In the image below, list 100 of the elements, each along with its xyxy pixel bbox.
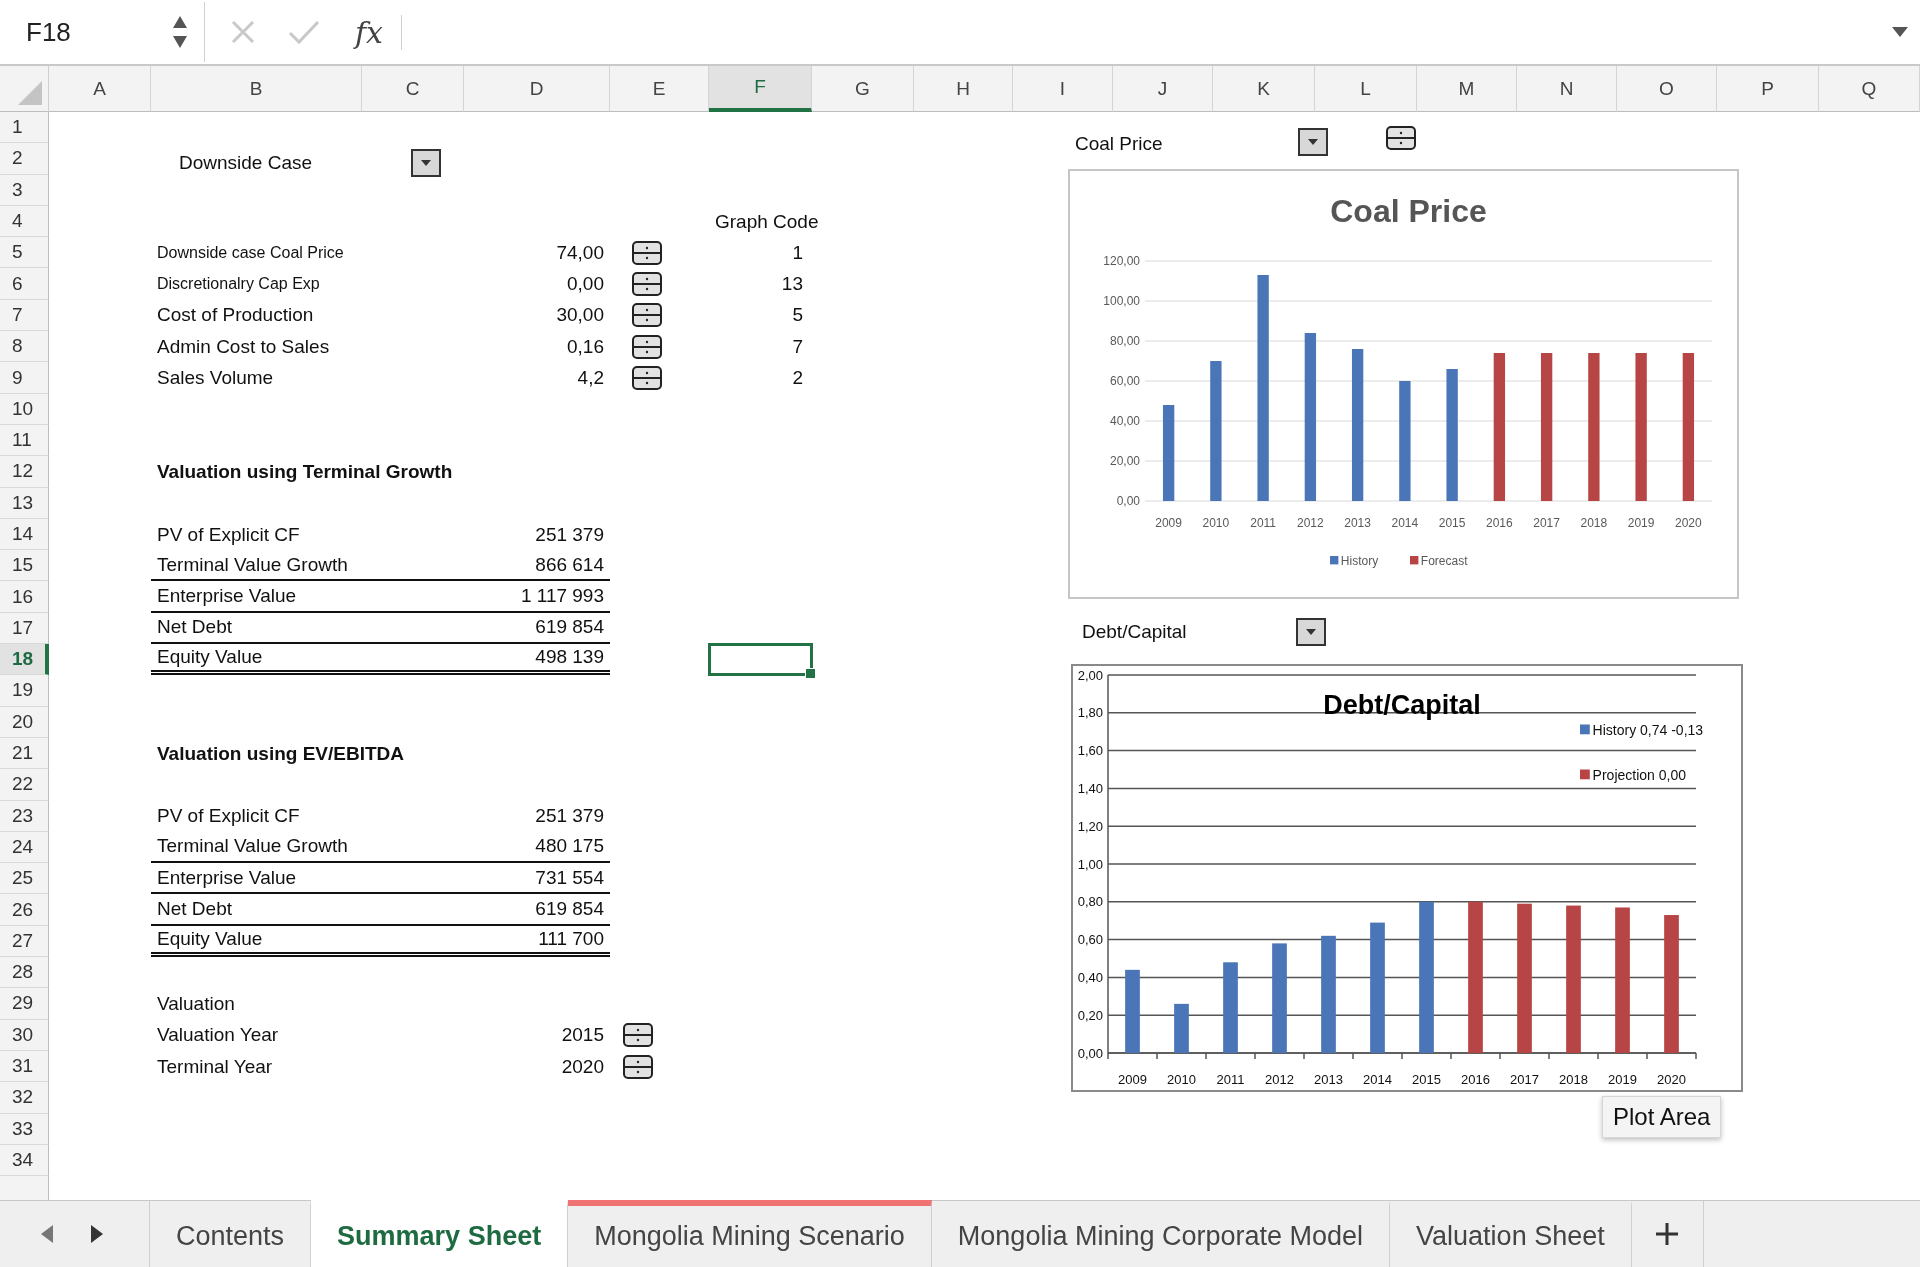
column-header[interactable]: N [1517,66,1617,112]
row-header[interactable]: 10 [0,393,49,425]
row-header[interactable]: 32 [0,1082,49,1114]
row-header[interactable]: 8 [0,331,49,363]
chart-bar [1174,1003,1189,1053]
chart-selector-label: Debt/Capital [1082,621,1187,643]
sheet-tab[interactable]: Mongolia Mining Corporate Model [931,1200,1391,1267]
spinner-icon[interactable] [620,1054,656,1079]
column-header[interactable]: A [49,66,151,112]
spinner-icon[interactable] [632,303,662,328]
row-header[interactable]: 15 [0,550,49,582]
row-header[interactable]: 22 [0,769,49,801]
column-heading: Graph Code [715,210,819,233]
column-header[interactable]: L [1315,66,1417,112]
column-header[interactable]: Q [1819,66,1920,112]
selected-cell[interactable] [708,643,813,677]
column-header[interactable]: E [610,66,709,112]
row-header[interactable]: 14 [0,518,49,551]
spinner-icon[interactable] [632,366,662,390]
legend-label: History [1340,554,1379,568]
row-header[interactable]: 20 [0,706,49,738]
row-label: Equity Value [157,927,263,950]
spinner-icon[interactable] [1386,126,1416,150]
graph-code: 1 [792,241,803,264]
section-title: Valuation using Terminal Growth [157,460,453,483]
row-header[interactable]: 23 [0,800,49,832]
row-value: 498 139 [535,646,604,669]
section-label: Valuation [157,992,235,1015]
row-header[interactable]: 5 [0,237,49,269]
spinner-icon[interactable] [632,240,662,265]
sheet-tab[interactable]: Summary Sheet [311,1200,569,1267]
row-header[interactable]: 13 [0,487,49,519]
row-header[interactable]: 3 [0,174,49,206]
stepper-icon[interactable] [172,14,188,50]
name-box-field[interactable]: F18 [0,2,205,62]
spinner-icon[interactable] [620,1023,656,1048]
input-value: 0,00 [567,273,604,296]
row-value: 111 700 [538,927,604,950]
column-header[interactable]: G [812,66,914,112]
column-header[interactable]: D [464,66,610,112]
row-header[interactable]: 4 [0,205,49,238]
row-header[interactable]: 30 [0,1019,49,1051]
row-header[interactable]: 28 [0,957,49,989]
row-header[interactable]: 7 [0,299,49,332]
column-header[interactable]: M [1417,66,1517,112]
column-header[interactable]: K [1213,66,1315,112]
chart-selector-label: Coal Price [1075,133,1163,155]
axis-label: 2009 [1118,1072,1147,1087]
axis-label: 2019 [1627,516,1655,530]
row-header[interactable]: 33 [0,1113,49,1145]
dropdown-icon[interactable] [1296,618,1326,646]
column-header[interactable]: F [709,66,812,112]
axis-label: 0,60 [1077,932,1103,948]
row-header[interactable]: 31 [0,1050,49,1083]
row-header[interactable]: 26 [0,894,49,926]
row-header[interactable]: 2 [0,143,49,175]
column-header[interactable]: B [151,66,362,112]
row-header[interactable]: 25 [0,863,49,895]
axis-label: 40,00 [1109,414,1140,429]
check-icon[interactable] [287,18,321,46]
row-header[interactable]: 11 [0,424,49,457]
row-label: Enterprise Value [157,866,297,889]
sheet-tab[interactable]: Mongolia Mining Scenario [568,1200,932,1267]
axis-label: 2010 [1202,516,1230,530]
input-label: Admin Cost to Sales [157,335,330,358]
column-header[interactable]: C [362,66,464,112]
row-header[interactable]: 17 [0,612,49,645]
column-header[interactable]: I [1013,66,1113,112]
axis-label: 2018 [1580,516,1608,530]
graph-code: 2 [792,367,803,389]
row-header[interactable]: 27 [0,925,49,957]
row-label: Valuation Year [157,1024,279,1047]
row-header[interactable]: 24 [0,831,49,864]
row-header[interactable]: 9 [0,362,49,394]
column-header[interactable]: J [1113,66,1213,112]
row-label: Terminal Value Growth [157,553,348,576]
row-header[interactable]: 19 [0,675,49,707]
dropdown-icon[interactable] [411,148,442,177]
sheet-tab[interactable]: Valuation Sheet [1390,1200,1632,1267]
row-label: Enterprise Value [157,585,297,608]
graph-code: 13 [781,273,803,296]
axis-label: 2012 [1297,516,1324,530]
spinner-icon[interactable] [632,272,662,297]
function-button[interactable]: fx [355,14,403,50]
input-label: Sales Volume [157,367,274,389]
dropdown-icon[interactable] [1298,128,1328,156]
row-header[interactable]: 29 [0,988,49,1020]
column-header[interactable]: H [914,66,1013,112]
row-header[interactable]: 34 [0,1144,49,1177]
spinner-icon[interactable] [632,334,662,359]
right-triangle-icon [90,1224,104,1245]
row-header[interactable]: 21 [0,737,49,770]
row-header[interactable]: 1 [0,112,49,144]
row-header[interactable]: 16 [0,581,49,613]
row-value: 251 379 [535,805,604,828]
row-header[interactable]: 6 [0,268,49,300]
column-header[interactable]: O [1617,66,1717,112]
row-header[interactable]: 12 [0,456,49,488]
column-header[interactable]: P [1717,66,1819,112]
row-header[interactable]: 18 [0,644,49,676]
